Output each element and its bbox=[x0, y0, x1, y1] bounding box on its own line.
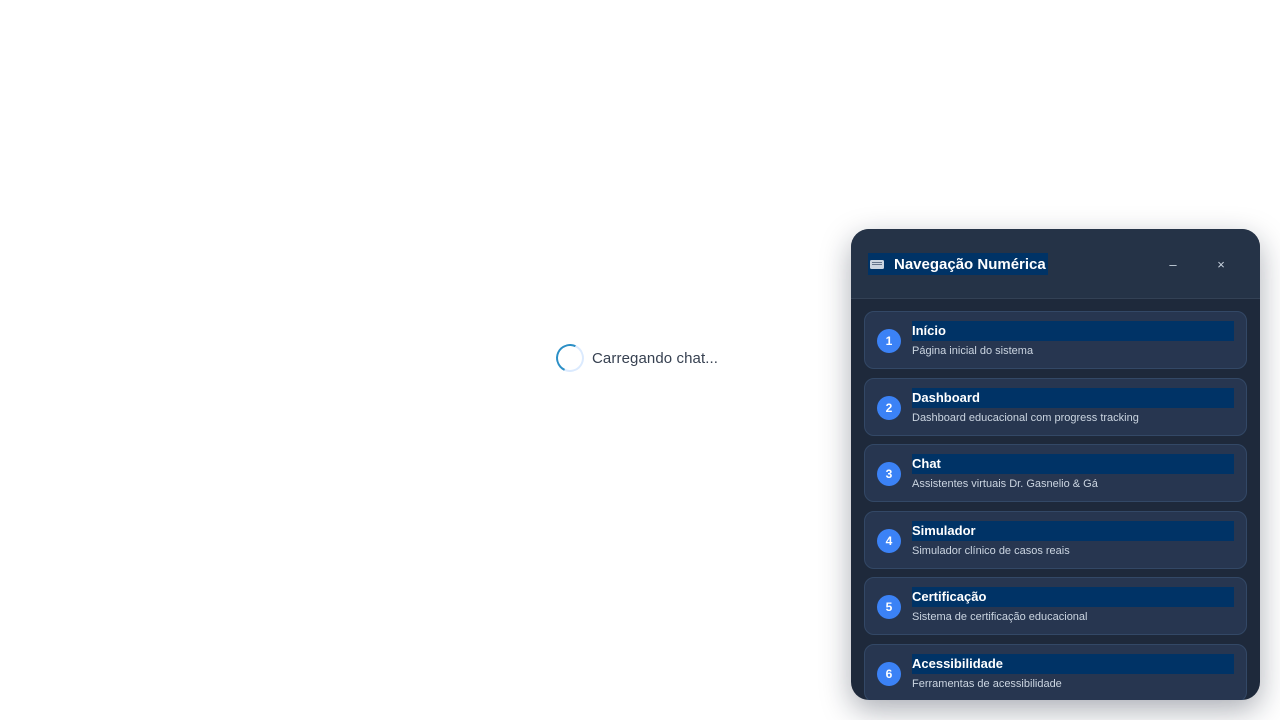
nav-item-label: Certificação bbox=[912, 587, 1234, 607]
nav-item-description: Dashboard educacional com progress track… bbox=[912, 411, 1139, 424]
nav-panel-title-wrap: Navegação Numérica bbox=[868, 253, 1048, 275]
loading-text: Carregando chat... bbox=[592, 349, 719, 367]
nav-item-number-badge: 5 bbox=[877, 595, 901, 619]
numeric-navigation-panel: Navegação Numérica – × 1 Início Página i… bbox=[851, 229, 1260, 700]
minimize-button[interactable]: – bbox=[1161, 252, 1185, 276]
nav-item-inicio[interactable]: 1 Início Página inicial do sistema bbox=[864, 311, 1247, 369]
nav-item-number-badge: 1 bbox=[877, 329, 901, 353]
close-button[interactable]: × bbox=[1209, 252, 1233, 276]
keyboard-icon bbox=[868, 253, 886, 275]
nav-item-simulador[interactable]: 4 Simulador Simulador clínico de casos r… bbox=[864, 510, 1247, 569]
nav-panel-title: Navegação Numérica bbox=[894, 255, 1046, 273]
nav-item-label: Início bbox=[912, 321, 1234, 341]
page: Carregando chat... Navegação Numérica – … bbox=[0, 0, 1280, 720]
nav-item-number-badge: 2 bbox=[877, 395, 901, 420]
nav-item-dashboard[interactable]: 2 Dashboard Dashboard educacional com pr… bbox=[864, 377, 1247, 436]
nav-item-description: Simulador clínico de casos reais bbox=[912, 544, 1070, 557]
nav-item-acessibilidade[interactable]: 6 Acessibilidade Ferramentas de acessibi… bbox=[864, 643, 1247, 700]
nav-item-label: Simulador bbox=[912, 520, 1234, 541]
nav-item-description: Assistentes virtuais Dr. Gasnelio & Gá bbox=[912, 478, 1098, 490]
nav-list: 1 Início Página inicial do sistema 2 Das… bbox=[864, 311, 1247, 700]
nav-item-label: Dashboard bbox=[912, 387, 1234, 408]
nav-item-label: Acessibilidade bbox=[912, 653, 1234, 674]
chat-loading-indicator: Carregando chat... bbox=[552, 340, 719, 376]
nav-item-description: Página inicial do sistema bbox=[912, 345, 1034, 357]
nav-item-chat[interactable]: 3 Chat Assistentes virtuais Dr. Gasnelio… bbox=[864, 444, 1247, 502]
nav-item-description: Ferramentas de acessibilidade bbox=[912, 677, 1062, 690]
nav-item-certificacao[interactable]: 5 Certificação Sistema de certificação e… bbox=[864, 577, 1247, 635]
loading-spinner-icon bbox=[552, 340, 588, 376]
nav-item-label: Chat bbox=[912, 454, 1234, 474]
nav-panel-header: Navegação Numérica – × bbox=[851, 229, 1260, 299]
nav-item-description: Sistema de certificação educacional bbox=[912, 611, 1088, 623]
nav-item-number-badge: 6 bbox=[877, 661, 901, 686]
nav-item-number-badge: 3 bbox=[877, 462, 901, 486]
nav-item-number-badge: 4 bbox=[877, 528, 901, 553]
